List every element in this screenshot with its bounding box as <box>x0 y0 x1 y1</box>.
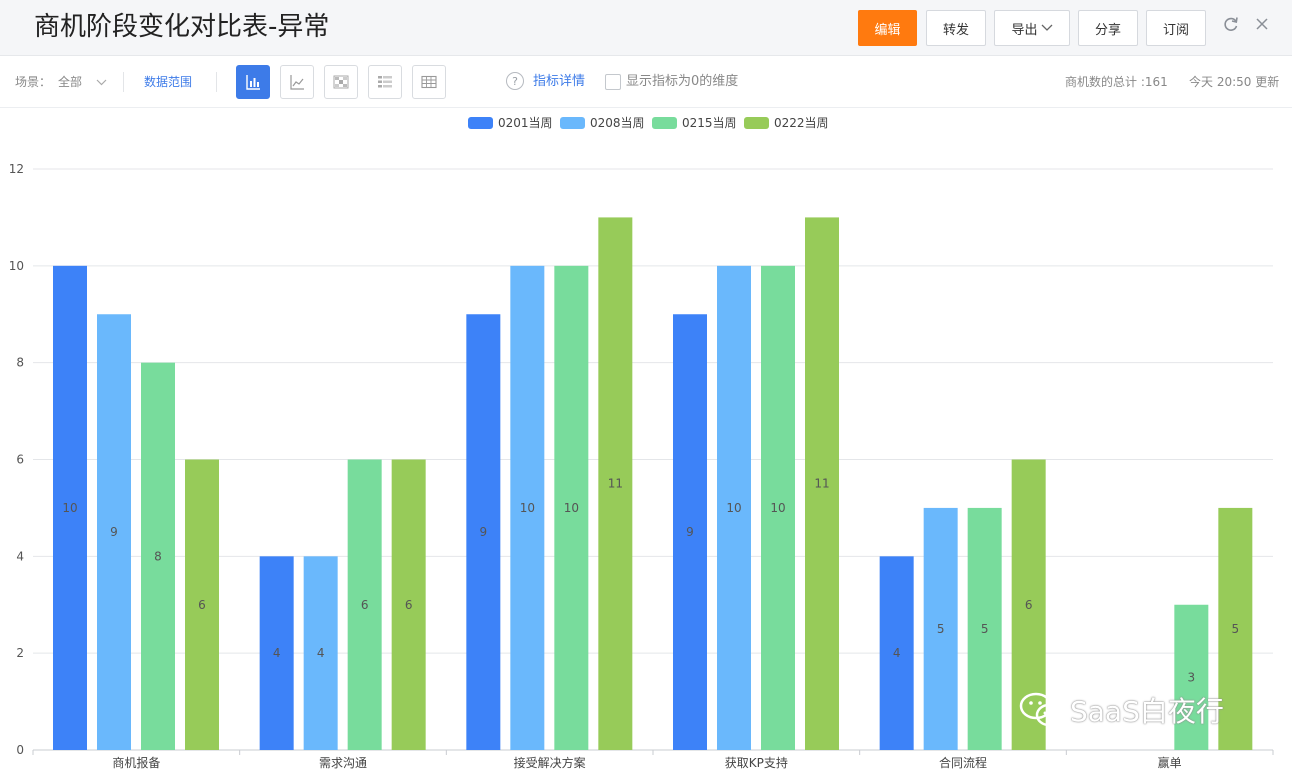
y-tick-label: 6 <box>16 453 24 467</box>
x-tick-label: 合同流程 <box>939 755 987 770</box>
data-label: 4 <box>893 646 901 660</box>
data-label: 11 <box>608 477 623 491</box>
data-label: 4 <box>273 646 281 660</box>
y-tick-label: 2 <box>16 646 24 660</box>
watermark: SaaS白夜行 <box>1018 690 1224 730</box>
data-label: 6 <box>405 598 413 612</box>
legend-swatch <box>744 117 769 129</box>
data-label: 6 <box>361 598 369 612</box>
bar-chart-view-button[interactable] <box>236 65 270 99</box>
data-label: 3 <box>1188 670 1196 684</box>
subscribe-button[interactable]: 订阅 <box>1146 10 1206 46</box>
x-tick-label: 赢单 <box>1158 755 1182 770</box>
divider <box>123 72 124 92</box>
legend-swatch <box>560 117 585 129</box>
pivot-table-icon <box>378 76 392 88</box>
x-tick-label: 接受解决方案 <box>514 755 586 770</box>
edit-button[interactable]: 编辑 <box>858 10 917 46</box>
line-chart-view-button[interactable] <box>280 65 314 99</box>
data-label: 10 <box>520 501 535 515</box>
forward-button[interactable]: 转发 <box>926 10 986 46</box>
legend-label: 0201当周 <box>498 116 553 130</box>
legend-swatch <box>652 117 677 129</box>
data-label: 10 <box>770 501 785 515</box>
report-header: 商机阶段变化对比表-异常 编辑 转发 导出 分享 订阅 <box>0 0 1292 56</box>
data-label: 5 <box>1232 622 1240 636</box>
close-icon[interactable] <box>1252 14 1272 34</box>
data-label: 10 <box>62 501 77 515</box>
show-zero-checkbox[interactable] <box>605 74 621 90</box>
data-label: 10 <box>564 501 579 515</box>
data-label: 6 <box>198 598 206 612</box>
data-label: 8 <box>154 549 162 563</box>
line-chart-icon <box>290 75 304 90</box>
data-label: 9 <box>480 525 488 539</box>
legend-label: 0215当周 <box>682 116 737 130</box>
chevron-down-icon <box>96 79 107 86</box>
data-label: 9 <box>686 525 694 539</box>
page-title: 商机阶段变化对比表-异常 <box>34 12 330 42</box>
divider <box>216 72 217 92</box>
y-tick-label: 4 <box>16 549 24 563</box>
help-icon[interactable]: ? <box>506 72 524 90</box>
x-tick-label: 商机报备 <box>112 755 160 770</box>
show-zero-label: 显示指标为0的维度 <box>626 74 739 89</box>
share-button[interactable]: 分享 <box>1078 10 1138 46</box>
bar-chart: 0 2 4 6 8 10 12 商机报备 10 9 8 6 需求沟通 4 4 6 6 接受解决方案 9 10 10 11 获… <box>9 116 1274 770</box>
table-view-button[interactable] <box>412 65 446 99</box>
chart-area: 0 2 4 6 8 10 12 商机报备 10 9 8 6 需求沟通 4 4 6 6 接受解决方案 9 10 10 11 获… <box>0 108 1292 772</box>
table-icon <box>421 75 437 89</box>
data-label: 5 <box>981 622 989 636</box>
pivot-table-view-button[interactable] <box>368 65 402 99</box>
scene-select[interactable]: 全部 <box>58 73 107 91</box>
y-tick-label: 8 <box>16 356 24 370</box>
export-button[interactable]: 导出 <box>994 10 1070 46</box>
legend-label: 0222当周 <box>774 116 829 130</box>
data-label: 9 <box>110 525 118 539</box>
data-label: 4 <box>317 646 325 660</box>
export-label: 导出 <box>1011 22 1038 38</box>
chevron-down-icon <box>1041 24 1052 31</box>
data-label: 10 <box>726 501 741 515</box>
legend-swatch <box>468 117 493 129</box>
heatmap-icon <box>333 75 349 89</box>
y-tick-label: 10 <box>9 259 24 273</box>
scene-label: 场景： <box>15 75 52 89</box>
metric-detail-link[interactable]: 指标详情 <box>533 73 585 91</box>
y-tick-label: 0 <box>16 743 24 757</box>
y-tick-label: 12 <box>9 162 24 176</box>
wechat-icon <box>1019 692 1063 727</box>
legend-label: 0208当周 <box>590 116 645 130</box>
refresh-icon[interactable] <box>1221 14 1241 34</box>
x-tick-label: 需求沟通 <box>319 756 367 770</box>
x-tick-label: 获取KP支持 <box>725 755 788 770</box>
data-label: 6 <box>1025 598 1033 612</box>
bar-chart-icon <box>246 75 260 90</box>
data-range-link[interactable]: 数据范围 <box>144 73 192 91</box>
data-label: 11 <box>814 477 829 491</box>
total-count: 商机数的总计 :161 <box>1065 75 1168 89</box>
data-label: 5 <box>937 622 945 636</box>
heatmap-view-button[interactable] <box>324 65 358 99</box>
watermark-text: SaaS白夜行 <box>1070 695 1224 728</box>
scene-value: 全部 <box>58 75 83 89</box>
toolbar: 场景： 全部 数据范围 ? 指标详情 显示指标为0的维度 商机数的总计:161… <box>0 56 1292 108</box>
update-time: 今天 20:50 更新 <box>1189 75 1280 89</box>
